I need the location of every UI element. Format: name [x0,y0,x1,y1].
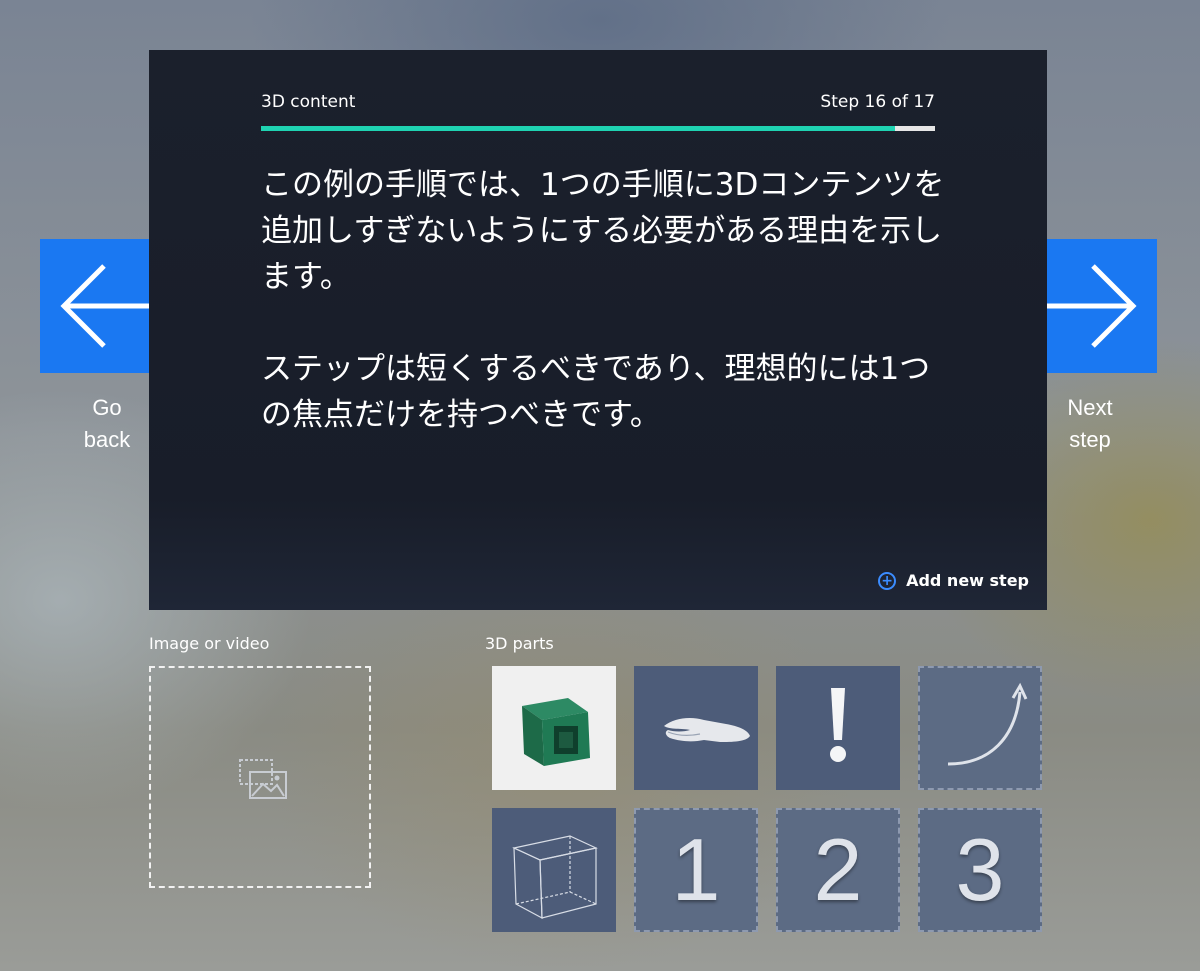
part-green-box-model[interactable] [492,666,616,790]
part-exclamation[interactable] [776,666,900,790]
step-progress-bar [261,126,935,131]
image-or-video-label: Image or video [149,634,270,653]
part-number-3[interactable]: 3 [918,808,1042,932]
part-curved-arrow[interactable] [918,666,1042,790]
add-circle-icon: + [878,571,897,590]
step-indicator: Step 16 of 17 [820,92,935,112]
image-or-video-slot[interactable] [149,666,371,888]
part-number-1[interactable]: 1 [634,808,758,932]
add-new-step-button[interactable]: + Add new step [878,571,1029,590]
step-category: 3D content [261,92,356,112]
wireframe-cube-icon [512,835,598,920]
3d-parts-label: 3D parts [485,634,554,653]
part-wireframe-cube[interactable] [492,808,616,932]
curved-arrow-icon [947,682,1028,766]
hand-icon [664,718,750,742]
add-new-step-label: Add new step [906,571,1029,590]
step-progress-fill [261,126,895,131]
image-placeholder-icon [239,759,287,799]
number-1-label: 1 [671,820,721,919]
step-card: 3D content Step 16 of 17 この例の手順では、1つの手順に… [149,50,1047,610]
number-2-label: 2 [813,820,863,919]
step-instruction-text[interactable]: この例の手順では、1つの手順に3Dコンテンツを追加しすぎないようにする必要がある… [261,162,951,438]
green-box-model-icon [522,698,590,766]
part-number-2[interactable]: 2 [776,808,900,932]
part-hand[interactable] [634,666,758,790]
number-3-label: 3 [955,820,1005,919]
exclamation-icon [830,688,846,762]
